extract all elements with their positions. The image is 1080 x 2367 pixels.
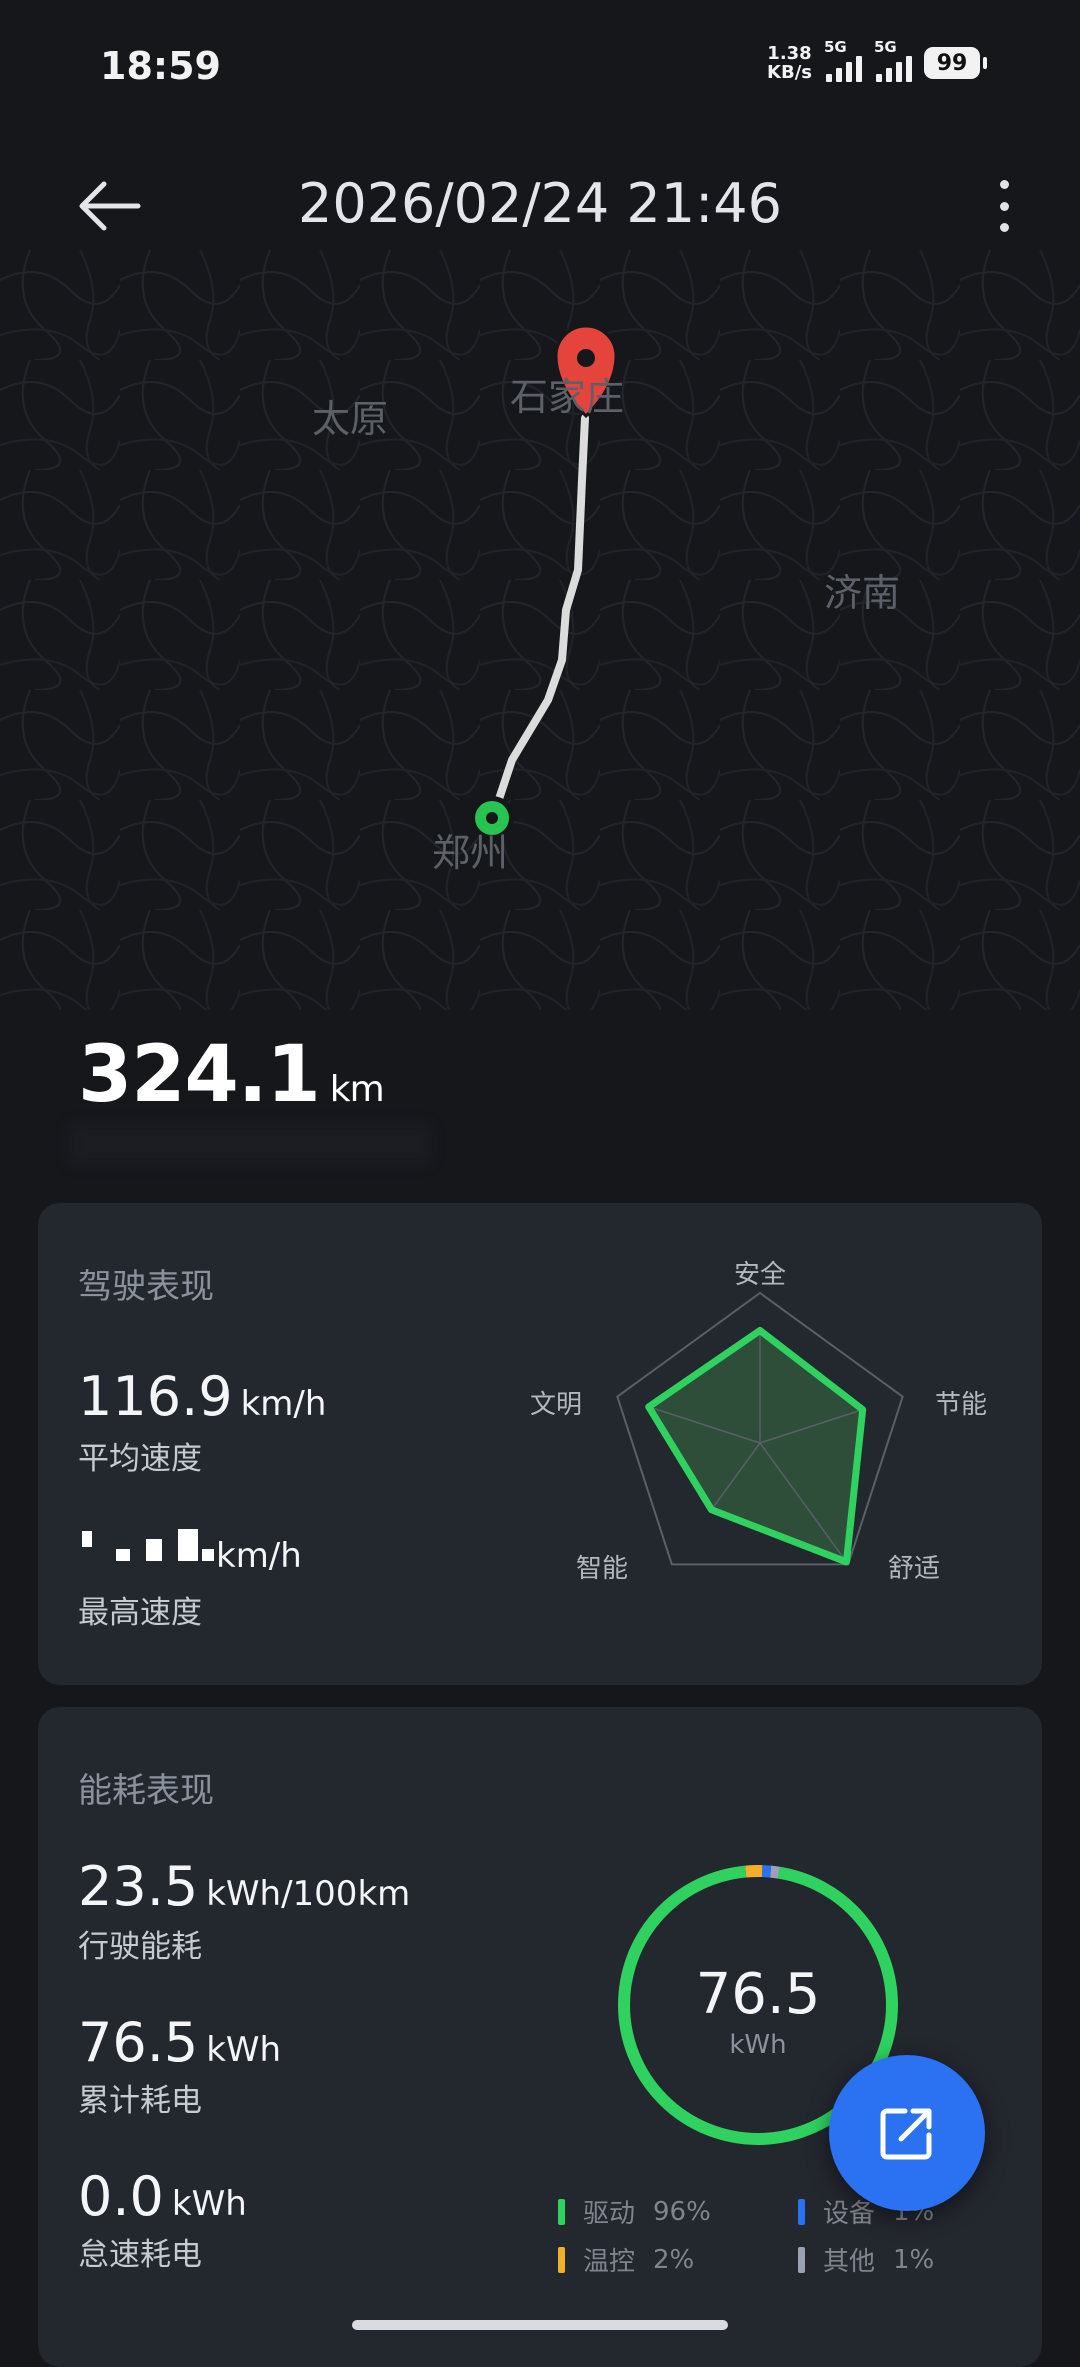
legend-swatch <box>558 2198 565 2225</box>
home-indicator[interactable] <box>352 2320 728 2330</box>
driving-radar-chart: 安全节能舒适 智能 文明 <box>530 1260 987 1584</box>
consumption-value: 23.5 kWh/100km <box>78 1855 411 1918</box>
radar-axis-label: 舒适 <box>888 1554 940 1584</box>
radar-axis-label: 节能 <box>935 1390 987 1420</box>
total-energy-label: 累计耗电 <box>78 2083 202 2119</box>
idle-energy-label: 怠速耗电 <box>78 2237 202 2273</box>
radar-axis-label: 安全 <box>734 1260 786 1290</box>
signal-icon: 5G <box>824 38 862 82</box>
avg-speed-label: 平均速度 <box>78 1441 202 1477</box>
route-map[interactable]: 太原 石家庄 济南 郑州 <box>0 250 1080 1010</box>
legend-swatch <box>798 2246 805 2273</box>
share-button[interactable] <box>829 2055 985 2211</box>
status-icons: 1.38 KB/s 5G 5G 99 <box>767 38 987 83</box>
battery-icon: 99 <box>924 47 987 79</box>
network-speed: 1.38 KB/s <box>767 43 812 83</box>
legend-drive: 驱动 96% <box>558 2193 711 2230</box>
driving-performance-card: 驾驶表现 116.9 km/h 平均速度 km/h 最高速度 安全节能舒适 智能 文明 <box>38 1203 1042 1685</box>
radar-axis-label: 智能 <box>576 1554 628 1584</box>
card-title: 驾驶表现 <box>78 1267 214 1307</box>
redacted-value <box>78 1529 216 1567</box>
trip-distance: 324.1 km <box>78 1030 385 1120</box>
energy-performance-card: 能耗表现 23.5 kWh/100km 行驶能耗 76.5 kWh 累计耗电 0.0… <box>38 1707 1042 2367</box>
legend-other: 其他 1% <box>798 2241 934 2278</box>
radar-axis-label: 文明 <box>530 1390 582 1420</box>
city-label-zhengzhou: 郑州 <box>432 831 508 875</box>
idle-energy-value: 0.0 kWh <box>78 2165 247 2228</box>
total-energy-value: 76.5 kWh <box>78 2011 282 2074</box>
avg-speed-value: 116.9 km/h <box>78 1365 327 1428</box>
legend-thermal: 温控 2% <box>558 2241 694 2278</box>
page-title: 2026/02/24 21:46 <box>297 172 783 235</box>
more-vertical-icon[interactable] <box>992 180 1016 232</box>
signal-icon: 5G <box>874 38 912 82</box>
donut-center-unit: kWh <box>729 2030 786 2060</box>
city-label-shijiazhuang: 石家庄 <box>510 375 624 419</box>
card-title: 能耗表现 <box>78 1771 214 1811</box>
city-label-jinan: 济南 <box>824 571 900 615</box>
max-speed-value: km/h <box>78 1529 302 1576</box>
consumption-label: 行驶能耗 <box>78 1929 202 1965</box>
share-external-icon <box>880 2108 932 2160</box>
legend-swatch <box>558 2246 565 2273</box>
status-time: 18:59 <box>100 44 221 88</box>
donut-center-value: 76.5 <box>696 1962 821 2027</box>
redacted-text <box>70 1125 430 1163</box>
max-speed-label: 最高速度 <box>78 1595 202 1631</box>
legend-swatch <box>798 2198 805 2225</box>
city-label-taiyuan: 太原 <box>312 397 388 441</box>
